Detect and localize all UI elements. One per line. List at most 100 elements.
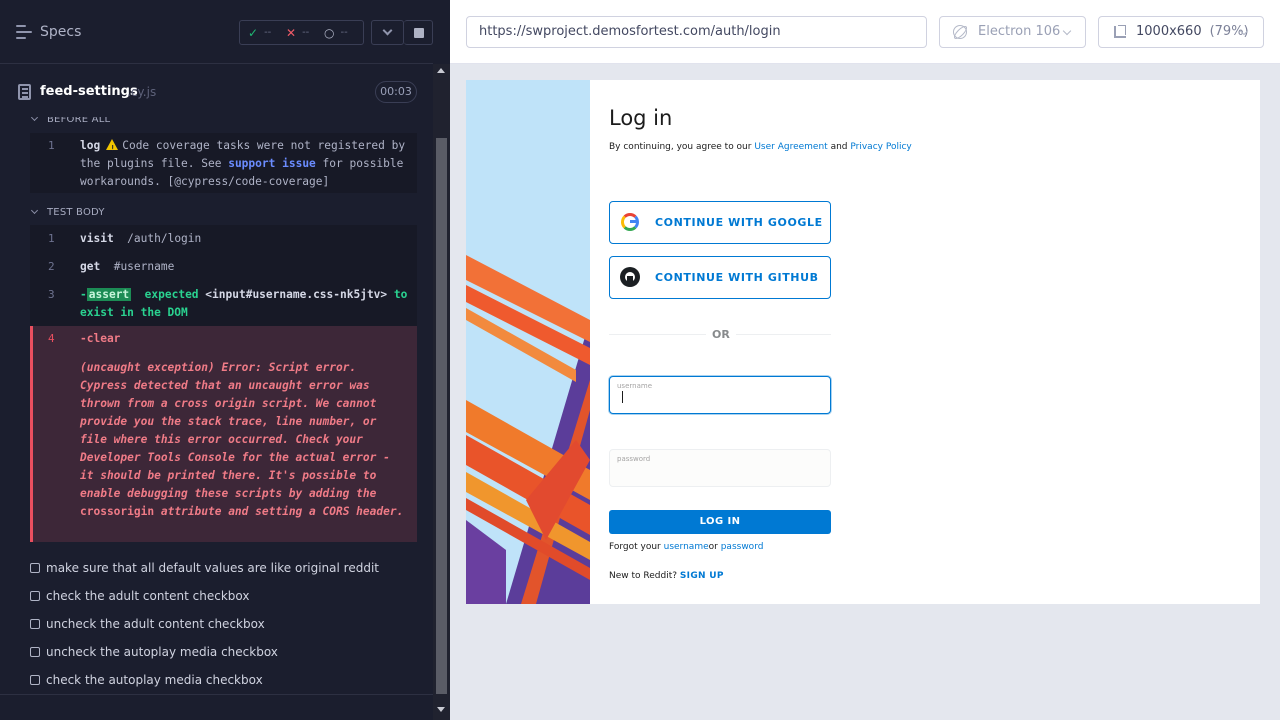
button-label: CONTINUE WITH GITHUB [655, 271, 819, 284]
test-title: uncheck the autoplay media checkbox [46, 645, 278, 659]
pending-stat: ○ -- [324, 26, 356, 40]
viewport-size: 1000x660 [1136, 24, 1202, 39]
viewport-selector[interactable]: 1000x660 (79%) [1098, 16, 1264, 48]
test-body-section[interactable]: TEST BODY [30, 206, 105, 218]
agreement-text: By continuing, you agree to our User Agr… [609, 142, 912, 152]
command-assert[interactable]: 3 - assert expected <input#username.css-n… [30, 281, 417, 326]
google-icon [621, 213, 639, 231]
username-label: username [617, 382, 652, 390]
forgot-credentials: Forgot your usernameor password [609, 542, 763, 552]
spinner-icon: ○ [324, 25, 335, 40]
command-name: visit [80, 232, 114, 245]
signup-prefix: New to Reddit? [609, 571, 678, 581]
assert-expected: expected [144, 288, 199, 301]
failed-stat: ✕ -- [286, 26, 318, 40]
forgot-password-link[interactable]: password [721, 542, 764, 552]
scroll-up-arrow-icon[interactable] [437, 68, 445, 73]
before-all-log-command[interactable]: 1 logCode coverage tasks were not regist… [30, 133, 417, 193]
warning-icon [106, 139, 119, 158]
caret-down-icon [30, 206, 39, 215]
command-name: -clear [80, 332, 121, 345]
issue-link[interactable]: issue [282, 157, 316, 170]
test-item[interactable]: uncheck the adult content checkbox [30, 617, 265, 631]
privacy-policy-link[interactable]: Privacy Policy [850, 142, 911, 152]
command-log-scrollbar[interactable] [433, 64, 450, 720]
forgot-prefix: Forgot your [609, 542, 661, 552]
collapse-all-button[interactable] [371, 20, 404, 45]
command-name: get [80, 260, 101, 273]
chevron-down-icon [382, 25, 393, 36]
forgot-or: or [708, 542, 718, 552]
command-get[interactable]: 2 get #username [30, 253, 417, 281]
log-in-button[interactable]: LOG IN [609, 510, 831, 534]
passed-stat: ✓ -- [248, 26, 280, 40]
commands-list: BEFORE ALL 1 logCode coverage tasks were… [0, 117, 433, 694]
button-label: CONTINUE WITH GOOGLE [655, 216, 823, 229]
scrollbar-thumb[interactable] [436, 138, 447, 694]
command-number: 3 [48, 288, 55, 301]
checkbox-icon [30, 591, 40, 601]
or-label: OR [706, 328, 736, 341]
continue-with-google-button[interactable]: CONTINUE WITH GOOGLE [609, 201, 831, 244]
sign-up-link[interactable]: SIGN UP [680, 571, 724, 581]
login-artwork-image [466, 80, 590, 604]
aut-header: https://swproject.demosfortest.com/auth/… [450, 0, 1280, 64]
check-icon: ✓ [248, 25, 259, 40]
section-label: TEST BODY [47, 207, 105, 218]
command-log-panel: Specs ✓ -- ✕ -- ○ -- feed-settings .cy.j… [0, 0, 450, 720]
url-bar[interactable]: https://swproject.demosfortest.com/auth/… [466, 16, 927, 48]
file-icon [18, 84, 31, 100]
command-arg: /auth/login [127, 232, 202, 245]
command-visit[interactable]: 1 visit /auth/login [30, 225, 417, 253]
error-command[interactable]: 4 -clear (uncaught exception) Error: Scr… [30, 326, 417, 542]
browser-selector[interactable]: Electron 106 [939, 16, 1086, 48]
browser-name: Electron 106 [978, 24, 1061, 39]
test-title: make sure that all default values are li… [46, 561, 379, 575]
command-number: 1 [48, 139, 55, 152]
spec-file-ext: .cy.js [127, 85, 157, 99]
test-title: check the autoplay media checkbox [46, 673, 263, 687]
command-number: 2 [48, 260, 55, 273]
error-message: (uncaught exception) Error: Script error… [80, 359, 410, 521]
checkbox-icon [30, 563, 40, 573]
assert-badge: assert [86, 288, 132, 301]
forgot-username-link[interactable]: username [664, 542, 709, 552]
command-arg: #username [113, 260, 175, 273]
test-stats: ✓ -- ✕ -- ○ -- [239, 20, 364, 45]
signup-prompt: New to Reddit? SIGN UP [609, 571, 724, 581]
agreement-and: and [830, 142, 848, 152]
specs-title[interactable]: Specs [40, 24, 81, 40]
support-link[interactable]: support [228, 157, 275, 170]
user-agreement-link[interactable]: User Agreement [754, 142, 827, 152]
error-text-tail: attribute and setting a CORS header. [160, 505, 404, 518]
app-under-test-frame: Log in By continuing, you agree to our U… [466, 80, 1260, 604]
specs-menu-icon[interactable] [16, 25, 32, 39]
test-body-commands: 1 visit /auth/login 2 get #username 3 -a… [30, 225, 417, 326]
checkbox-icon [30, 619, 40, 629]
section-label: BEFORE ALL [47, 117, 111, 125]
test-item[interactable]: uncheck the autoplay media checkbox [30, 645, 278, 659]
test-item[interactable]: make sure that all default values are li… [30, 561, 379, 575]
password-label: password [617, 455, 651, 463]
password-field[interactable]: password [609, 449, 831, 487]
username-field[interactable]: username [609, 376, 831, 414]
electron-icon [953, 25, 967, 39]
runner-header: Specs ✓ -- ✕ -- ○ -- [0, 0, 433, 64]
test-item[interactable]: check the autoplay media checkbox [30, 673, 263, 687]
login-side-art [466, 80, 590, 604]
continue-with-github-button[interactable]: CONTINUE WITH GITHUB [609, 256, 831, 299]
stop-icon [414, 28, 424, 38]
scroll-down-arrow-icon[interactable] [437, 707, 445, 712]
x-icon: ✕ [286, 25, 297, 40]
assert-subject: <input#username.css-nk5jtv> [205, 288, 388, 301]
command-number: 1 [48, 232, 55, 245]
test-item[interactable]: check the adult content checkbox [30, 589, 249, 603]
agreement-prefix: By continuing, you agree to our [609, 142, 752, 152]
checkbox-icon [30, 647, 40, 657]
spec-file-name[interactable]: feed-settings [40, 84, 138, 99]
text-cursor [622, 391, 623, 403]
stop-button[interactable] [404, 20, 433, 45]
error-code: crossorigin [80, 505, 155, 518]
chevron-down-icon [1062, 26, 1072, 36]
before-all-section[interactable]: BEFORE ALL [30, 117, 111, 125]
